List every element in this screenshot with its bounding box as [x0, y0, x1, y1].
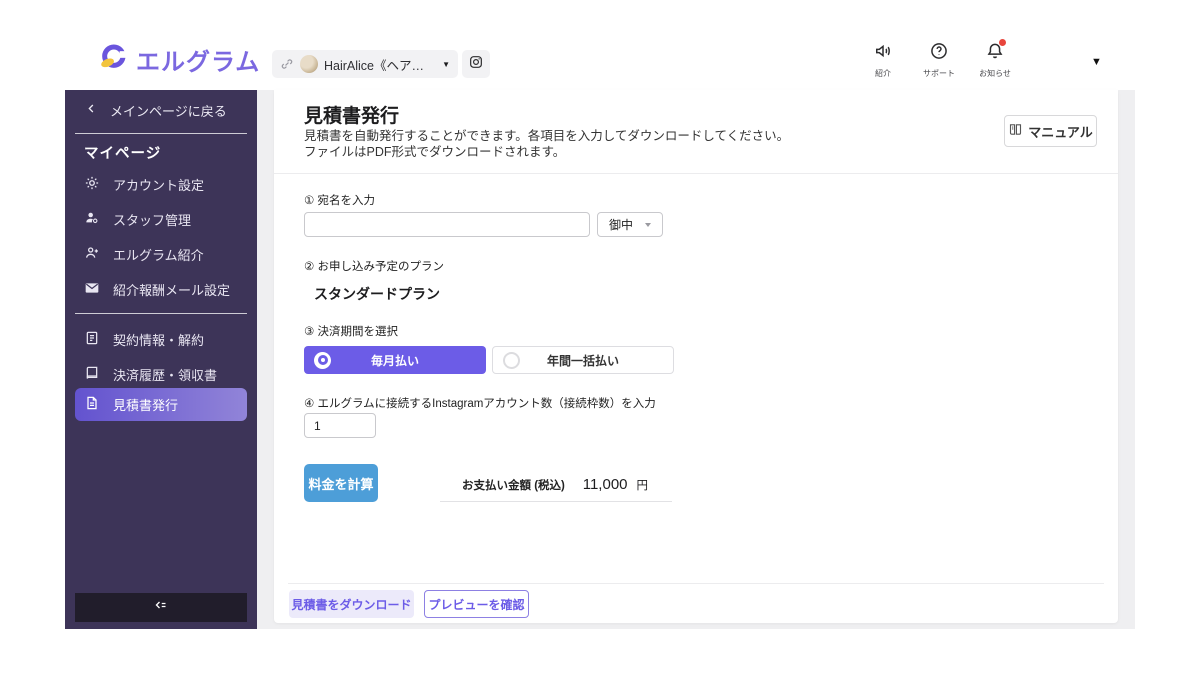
honorific-value: 御中 — [608, 218, 633, 232]
account-selector[interactable]: HairAlice《ヘアアリス… ▼ — [272, 50, 458, 78]
sidebar-item-account-settings[interactable]: アカウント設定 — [84, 174, 204, 194]
header-caret-icon[interactable]: ▼ — [1091, 56, 1102, 68]
referral-label: 紹介 — [875, 69, 891, 78]
support-label: サポート — [923, 69, 955, 78]
chevron-down-icon — [645, 222, 651, 227]
billing-yearly-label: 年間一括払い — [546, 353, 619, 368]
collapse-sidebar-icon — [152, 596, 170, 619]
sidebar-item-elgram-referral[interactable]: エルグラム紹介 — [84, 244, 204, 264]
page: エルグラム HairAlice《ヘアアリス… ▼ — [0, 0, 1200, 675]
honorific-select[interactable]: 御中 — [597, 212, 663, 237]
logo-icon — [98, 42, 128, 77]
sidebar: メインページに戻る マイページ アカウント設定 スタッフ管理 エルグラム紹介 紹… — [65, 90, 257, 629]
radio-unselected-icon — [503, 351, 520, 369]
megaphone-icon — [873, 41, 893, 66]
sidebar-item-label: 見積書発行 — [113, 398, 179, 413]
card-divider — [274, 173, 1118, 174]
sidebar-item-payment-history[interactable]: 決済履歴・領収書 — [84, 364, 217, 384]
download-invoice-button[interactable]: 見積書をダウンロード — [289, 590, 414, 618]
header: エルグラム HairAlice《ヘアアリス… ▼ — [65, 30, 1135, 90]
account-avatar — [300, 55, 318, 73]
person-add-icon — [84, 245, 100, 264]
page-title: 見積書発行 — [304, 106, 400, 127]
support-button[interactable]: サポート — [916, 41, 962, 79]
footer-divider — [288, 583, 1104, 584]
notifications-label: お知らせ — [979, 69, 1011, 78]
chevron-left-icon — [85, 102, 98, 118]
radio-selected-icon — [314, 351, 331, 369]
invoice-icon — [84, 395, 100, 414]
description-line-2: ファイルはPDF形式でダウンロードされます。 — [304, 145, 566, 159]
billing-option-yearly[interactable]: 年間一括払い — [492, 346, 674, 374]
account-caret-icon: ▼ — [442, 59, 450, 69]
sidebar-item-label: エルグラム紹介 — [113, 247, 204, 263]
calculate-price-button[interactable]: 料金を計算 — [304, 464, 378, 502]
link-icon — [280, 57, 294, 71]
staff-icon — [84, 210, 100, 229]
notification-badge — [999, 39, 1006, 46]
sidebar-back-to-main[interactable]: メインページに戻る — [85, 100, 227, 120]
app-logo[interactable]: エルグラム — [98, 42, 260, 77]
instagram-icon — [468, 54, 484, 75]
sidebar-item-label: アカウント設定 — [113, 177, 205, 193]
page-description: 見積書を自動発行することができます。各項目を入力してダウンロードしてください。 … — [304, 128, 789, 160]
step1-label: ① 宛名を入力 — [304, 195, 376, 207]
sidebar-item-invoice-issue-active[interactable]: 見積書発行 — [75, 388, 247, 421]
description-line-1: 見積書を自動発行することができます。各項目を入力してダウンロードしてください。 — [304, 129, 790, 143]
recipient-input[interactable] — [304, 212, 590, 237]
gear-icon — [84, 175, 100, 194]
main-area: 見積書発行 見積書を自動発行することができます。各項目を入力してダウンロードして… — [257, 90, 1135, 629]
payment-label: お支払い金額 (税込) — [462, 479, 565, 492]
preview-button[interactable]: プレビューを確認 — [424, 590, 529, 618]
account-name: HairAlice《ヘアアリス… — [324, 58, 437, 73]
manual-button-label: マニュアル — [1028, 124, 1093, 140]
notifications-button[interactable]: お知らせ — [972, 39, 1018, 79]
sidebar-item-staff-management[interactable]: スタッフ管理 — [84, 209, 191, 229]
sidebar-item-label: 紹介報酬メール設定 — [113, 282, 231, 298]
account-count-input[interactable] — [304, 413, 376, 438]
manual-button[interactable]: マニュアル — [1004, 115, 1097, 147]
billing-option-monthly[interactable]: 毎月払い — [304, 346, 486, 374]
plan-value: スタンダードプラン — [314, 286, 440, 302]
sidebar-collapse-button[interactable] — [75, 593, 247, 622]
sidebar-item-referral-mail-settings[interactable]: 紹介報酬メール設定 — [84, 279, 230, 299]
receipt-icon — [84, 365, 100, 384]
step2-label: ② お申し込み予定のプラン — [304, 261, 445, 273]
back-label: メインページに戻る — [110, 103, 227, 119]
sidebar-item-label: スタッフ管理 — [113, 212, 192, 228]
payment-amount: 11,000 — [582, 476, 628, 493]
logo-text: エルグラム — [136, 49, 261, 76]
payment-unit: 円 — [636, 479, 649, 492]
sidebar-item-contract-info[interactable]: 契約情報・解約 — [84, 329, 204, 349]
sidebar-item-label: 決済履歴・領収書 — [113, 367, 218, 383]
content-card: 見積書発行 見積書を自動発行することができます。各項目を入力してダウンロードして… — [274, 90, 1118, 623]
sidebar-item-label: 契約情報・解約 — [113, 332, 205, 348]
referral-button[interactable]: 紹介 — [860, 41, 906, 79]
mail-icon — [84, 280, 100, 299]
help-icon — [929, 41, 949, 66]
step3-label: ③ 決済期間を選択 — [304, 326, 399, 338]
sidebar-divider — [75, 313, 247, 314]
billing-monthly-label: 毎月払い — [370, 353, 419, 368]
book-icon — [1008, 122, 1023, 140]
sidebar-section-title: マイページ — [84, 146, 162, 162]
sidebar-divider — [75, 133, 247, 134]
payment-total-row: お支払い金額 (税込) 11,000 円 — [440, 468, 672, 502]
step4-label: ④ エルグラムに接続するInstagramアカウント数（接続枠数）を入力 — [304, 398, 656, 410]
instagram-button[interactable] — [462, 50, 490, 78]
header-icon-group: 紹介 サポート お知らせ — [860, 39, 1018, 79]
contract-icon — [84, 330, 100, 349]
